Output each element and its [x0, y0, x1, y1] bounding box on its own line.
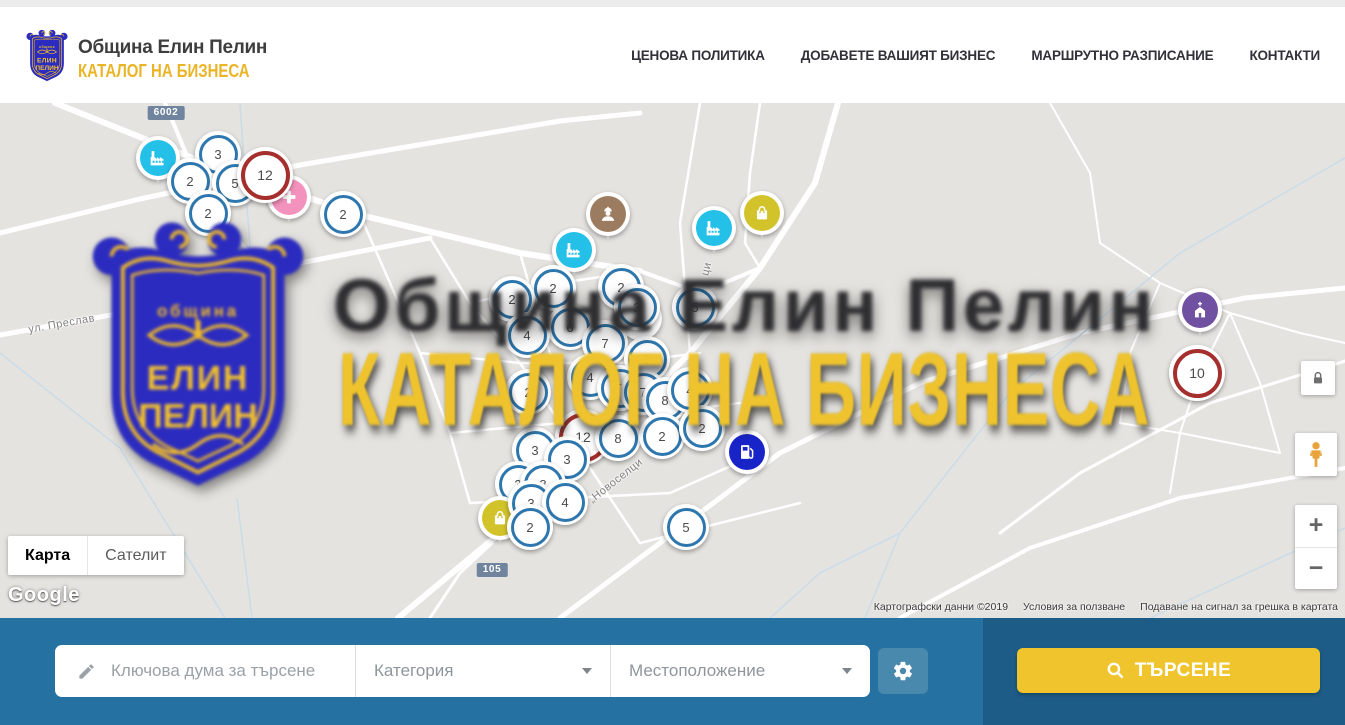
map-cluster-marker[interactable]: 5 — [672, 284, 718, 330]
municipality-crest-icon — [25, 26, 69, 85]
advanced-settings-button[interactable] — [878, 648, 928, 694]
top-strip — [0, 0, 1345, 7]
search-icon — [1106, 661, 1125, 680]
chevron-down-icon — [842, 668, 852, 674]
map-type-map-button[interactable]: Карта — [8, 536, 87, 575]
report-error-link[interactable]: Подаване на сигнал за грешка в картата — [1140, 601, 1338, 613]
google-logo[interactable]: Google — [8, 584, 80, 607]
zoom-control: + − — [1295, 505, 1337, 589]
terms-link[interactable]: Условия за ползване — [1023, 601, 1125, 613]
map-copyright: Картографски данни ©2019 — [874, 601, 1008, 613]
keyword-input[interactable] — [109, 660, 343, 682]
map-pin-fuel[interactable] — [725, 430, 769, 474]
map-cluster-marker[interactable]: 2 — [505, 369, 551, 415]
map-type-satellite-button[interactable]: Сателит — [87, 536, 183, 575]
search-button-label: ТЪРСЕНЕ — [1135, 660, 1232, 682]
category-dropdown[interactable]: Категория — [355, 645, 610, 697]
location-placeholder: Местоположение — [629, 661, 765, 681]
keyword-section — [55, 645, 355, 697]
header: Община Елин Пелин КАТАЛОГ НА БИЗНЕСА ЦЕН… — [0, 0, 1345, 104]
map-cluster-marker[interactable]: 10 — [1169, 345, 1225, 401]
map-cluster-marker[interactable]: 4 — [504, 312, 550, 358]
search-button[interactable]: ТЪРСЕНЕ — [1017, 648, 1320, 693]
nav-route-schedule[interactable]: МАРШРУТНО РАЗПИСАНИЕ — [1031, 48, 1213, 63]
map-pin-bag[interactable] — [740, 191, 784, 235]
nav-pricing-policy[interactable]: ЦЕНОВА ПОЛИТИКА — [631, 48, 765, 63]
gear-icon — [892, 660, 914, 682]
map-cluster-marker[interactable]: 3 — [614, 284, 660, 330]
site-name: Община Елин Пелин — [78, 37, 285, 59]
search-form: Категория Местоположение — [55, 645, 870, 697]
pegman-control[interactable] — [1295, 433, 1337, 476]
zoom-out-button[interactable]: − — [1295, 547, 1337, 590]
map-pin-church[interactable] — [1178, 288, 1222, 332]
search-bar: Категория Местоположение ТЪРСЕНЕ — [0, 618, 1345, 725]
category-placeholder: Категория — [374, 661, 453, 681]
map-type-control: Карта Сателит — [8, 536, 184, 575]
pegman-icon — [1305, 441, 1327, 469]
map-cluster-marker[interactable]: 8 — [595, 415, 641, 461]
map-cluster-marker[interactable]: 2 — [185, 190, 231, 236]
map-cluster-marker[interactable]: 2 — [320, 191, 366, 237]
location-dropdown[interactable]: Местоположение — [610, 645, 870, 697]
map-lock-button[interactable] — [1301, 361, 1335, 395]
map-markers-layer: 3251222222356475427842128223338342510 — [0, 103, 1345, 618]
map-pin-factory[interactable] — [692, 206, 736, 250]
map-cluster-marker[interactable]: 12 — [237, 147, 293, 203]
map-cluster-marker[interactable]: 2 — [639, 413, 685, 459]
zoom-in-button[interactable]: + — [1295, 505, 1337, 547]
main-nav: ЦЕНОВА ПОЛИТИКА ДОБАВЕТЕ ВАШИЯТ БИЗНЕС М… — [631, 7, 1320, 103]
map-attribution: Картографски данни ©2019 Условия за полз… — [874, 601, 1338, 613]
chevron-down-icon — [582, 668, 592, 674]
pencil-icon — [77, 662, 96, 681]
map-cluster-marker[interactable]: 2 — [507, 504, 553, 550]
site-tagline: КАТАЛОГ НА БИЗНЕСА — [78, 61, 250, 82]
nav-add-your-business[interactable]: ДОБАВЕТЕ ВАШИЯТ БИЗНЕС — [801, 48, 996, 63]
lock-icon — [1310, 370, 1326, 386]
page: община ЕЛИН ПЕЛИН Община Елин Пелин КАТА… — [0, 0, 1345, 725]
nav-contacts[interactable]: КОНТАКТИ — [1249, 48, 1320, 63]
google-map[interactable]: 6002105ул. Преславбул. „Новоселцици 3251… — [0, 103, 1345, 618]
site-logo[interactable]: Община Елин Пелин КАТАЛОГ НА БИЗНЕСА — [25, 26, 285, 85]
map-cluster-marker[interactable]: 2 — [679, 405, 725, 451]
map-cluster-marker[interactable]: 5 — [663, 504, 709, 550]
